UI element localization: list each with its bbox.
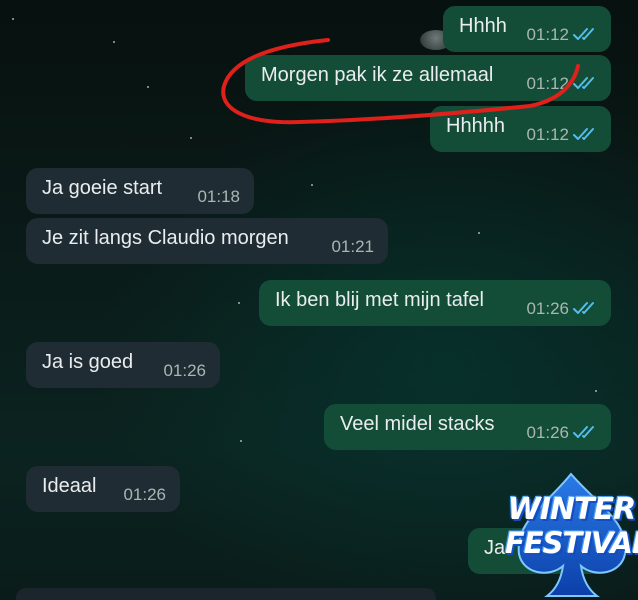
message-bubble-outgoing[interactable]: Morgen pak ik ze allemaal 01:12: [245, 55, 611, 101]
logo-text-winter: WINTER: [507, 492, 636, 527]
message-text: Ik ben blij met mijn tafel: [275, 289, 484, 311]
message-bubble-outgoing[interactable]: Hhhh 01:12: [443, 6, 611, 52]
message-bubble-outgoing[interactable]: Hhhhh 01:12: [430, 106, 611, 152]
message-bubble-incoming[interactable]: Ideaal 01:26: [26, 466, 180, 512]
double-check-icon: [573, 77, 594, 89]
wallpaper-star: [240, 440, 242, 442]
message-time: 01:12: [526, 125, 569, 144]
message-bubble-outgoing[interactable]: Veel midel stacks 01:26: [324, 404, 611, 450]
message-time: 01:26: [123, 485, 166, 504]
message-bubble-outgoing[interactable]: Ik ben blij met mijn tafel 01:26: [259, 280, 611, 326]
message-bubble-incoming[interactable]: Je zit langs Claudio morgen 01:21: [26, 218, 388, 264]
message-text: Ja is goed: [42, 351, 134, 373]
message-bubble-incoming-partial: [16, 588, 436, 600]
double-check-icon: [573, 28, 594, 40]
wallpaper-star: [478, 232, 480, 234]
message-bubble-incoming[interactable]: Ja is goed 01:26: [26, 342, 220, 388]
message-time: 01:26: [526, 299, 569, 318]
message-text: Je zit langs Claudio morgen: [42, 227, 289, 249]
message-time: 01:12: [526, 74, 569, 93]
wallpaper-star: [113, 41, 115, 43]
message-time: 01:21: [331, 237, 374, 256]
double-check-icon: [573, 426, 594, 438]
wallpaper-star: [12, 18, 14, 20]
message-time: 01:12: [526, 25, 569, 44]
message-text: Ideaal: [42, 475, 97, 497]
wallpaper-star: [190, 137, 192, 139]
double-check-icon: [573, 302, 594, 314]
logo-text-festival: FESTIVAL: [505, 526, 638, 560]
message-text: Morgen pak ik ze allemaal: [261, 64, 494, 86]
wallpaper-star: [311, 184, 313, 186]
message-time: 01:18: [197, 187, 240, 206]
winter-festival-logo: WINTER FESTIVAL: [505, 470, 638, 600]
message-text: Ja: [484, 537, 506, 559]
message-text: Ja goeie start: [42, 177, 163, 199]
message-time: 01:26: [163, 361, 206, 380]
chat-view[interactable]: Hhhh 01:12 Morgen pak ik ze allemaal 01:…: [0, 0, 638, 600]
wallpaper-star: [595, 390, 597, 392]
message-text: Veel midel stacks: [340, 413, 495, 435]
message-text: Hhhh: [459, 15, 507, 37]
wallpaper-star: [147, 86, 149, 88]
double-check-icon: [573, 128, 594, 140]
message-time: 01:26: [526, 423, 569, 442]
message-bubble-incoming[interactable]: Ja goeie start 01:18: [26, 168, 254, 214]
message-text: Hhhhh: [446, 115, 505, 137]
wallpaper-star: [238, 302, 240, 304]
